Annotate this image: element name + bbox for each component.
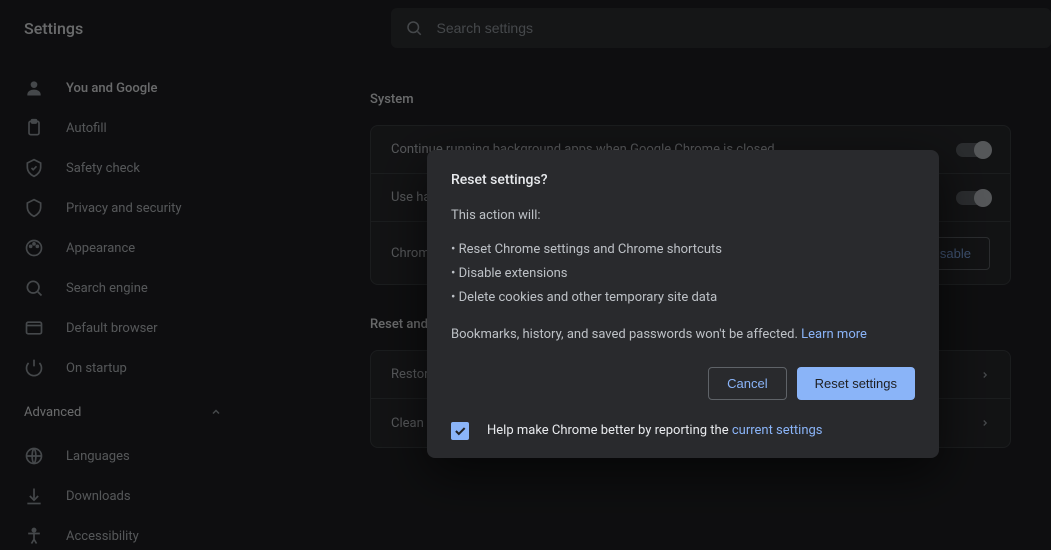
cancel-button[interactable]: Cancel <box>708 367 786 400</box>
learn-more-link[interactable]: Learn more <box>801 327 867 342</box>
bullet-item-0: • Reset Chrome settings and Chrome short… <box>451 240 915 260</box>
bullet-item-2: • Delete cookies and other temporary sit… <box>451 288 915 308</box>
dialog-title: Reset settings? <box>451 172 915 188</box>
reset-settings-dialog: Reset settings? This action will: • Rese… <box>427 150 939 458</box>
reset-settings-button[interactable]: Reset settings <box>797 367 915 400</box>
dialog-note: Bookmarks, history, and saved passwords … <box>451 325 915 345</box>
current-settings-link[interactable]: current settings <box>732 423 823 438</box>
report-checkbox[interactable] <box>451 422 469 440</box>
dialog-footer: Help make Chrome better by reporting the… <box>451 422 915 440</box>
bullet-item-1: • Disable extensions <box>451 264 915 284</box>
footer-label: Help make Chrome better by reporting the… <box>487 423 823 438</box>
dialog-bullets: • Reset Chrome settings and Chrome short… <box>451 240 915 308</box>
dialog-intro: This action will: <box>451 206 915 226</box>
